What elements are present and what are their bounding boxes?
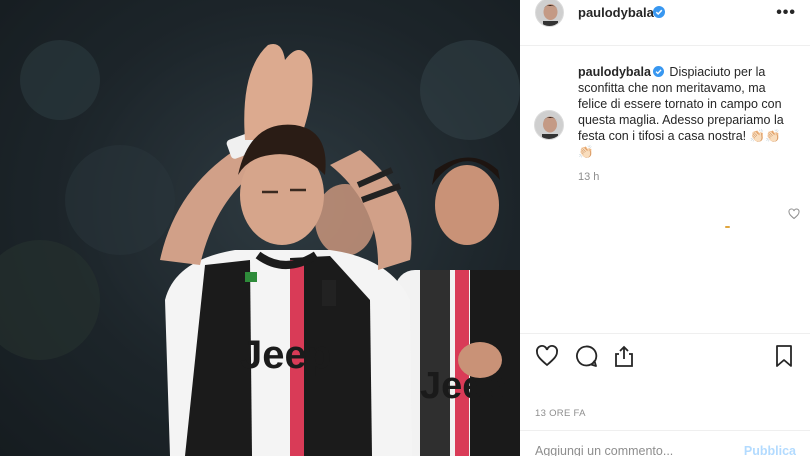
publish-button[interactable]: Pubblica	[744, 444, 796, 456]
header-username[interactable]: paulodybala	[578, 5, 654, 20]
bookmark-icon[interactable]	[772, 344, 796, 368]
player-photo-illustration: Jeep Jeep	[0, 0, 520, 456]
post-caption: paulodybala Dispiaciuto per la sconfitta…	[578, 64, 796, 160]
post-header: paulodybala •••	[520, 0, 810, 28]
emoji-fragment	[725, 226, 730, 228]
actions-divider	[520, 333, 810, 334]
share-icon[interactable]	[612, 344, 636, 368]
more-horizontal-icon[interactable]: •••	[776, 4, 796, 22]
post-side-panel: paulodybala ••• paulodybala Dispiaciuto …	[520, 0, 810, 456]
heart-icon[interactable]	[535, 344, 559, 368]
caption-avatar[interactable]	[534, 110, 564, 140]
caption-username[interactable]: paulodybala	[578, 65, 651, 79]
caption-text: Dispiaciuto per la sconfitta che non mer…	[578, 65, 784, 159]
shirt-brand: Jeep	[240, 333, 331, 377]
heart-icon[interactable]	[788, 208, 800, 220]
header-divider	[520, 45, 810, 46]
verified-badge-icon	[652, 66, 664, 77]
verified-badge-icon	[653, 6, 665, 18]
post-photo[interactable]: Jeep Jeep	[0, 0, 520, 456]
action-bar	[520, 344, 810, 372]
avatar[interactable]	[535, 0, 564, 27]
comment-input[interactable]: Aggiungi un commento...	[535, 444, 673, 456]
comment-bubble-icon[interactable]	[574, 344, 598, 368]
comment-divider	[520, 430, 810, 431]
relative-time[interactable]: 13 h	[578, 171, 599, 183]
posted-timestamp[interactable]: 13 ORE FA	[535, 408, 586, 419]
